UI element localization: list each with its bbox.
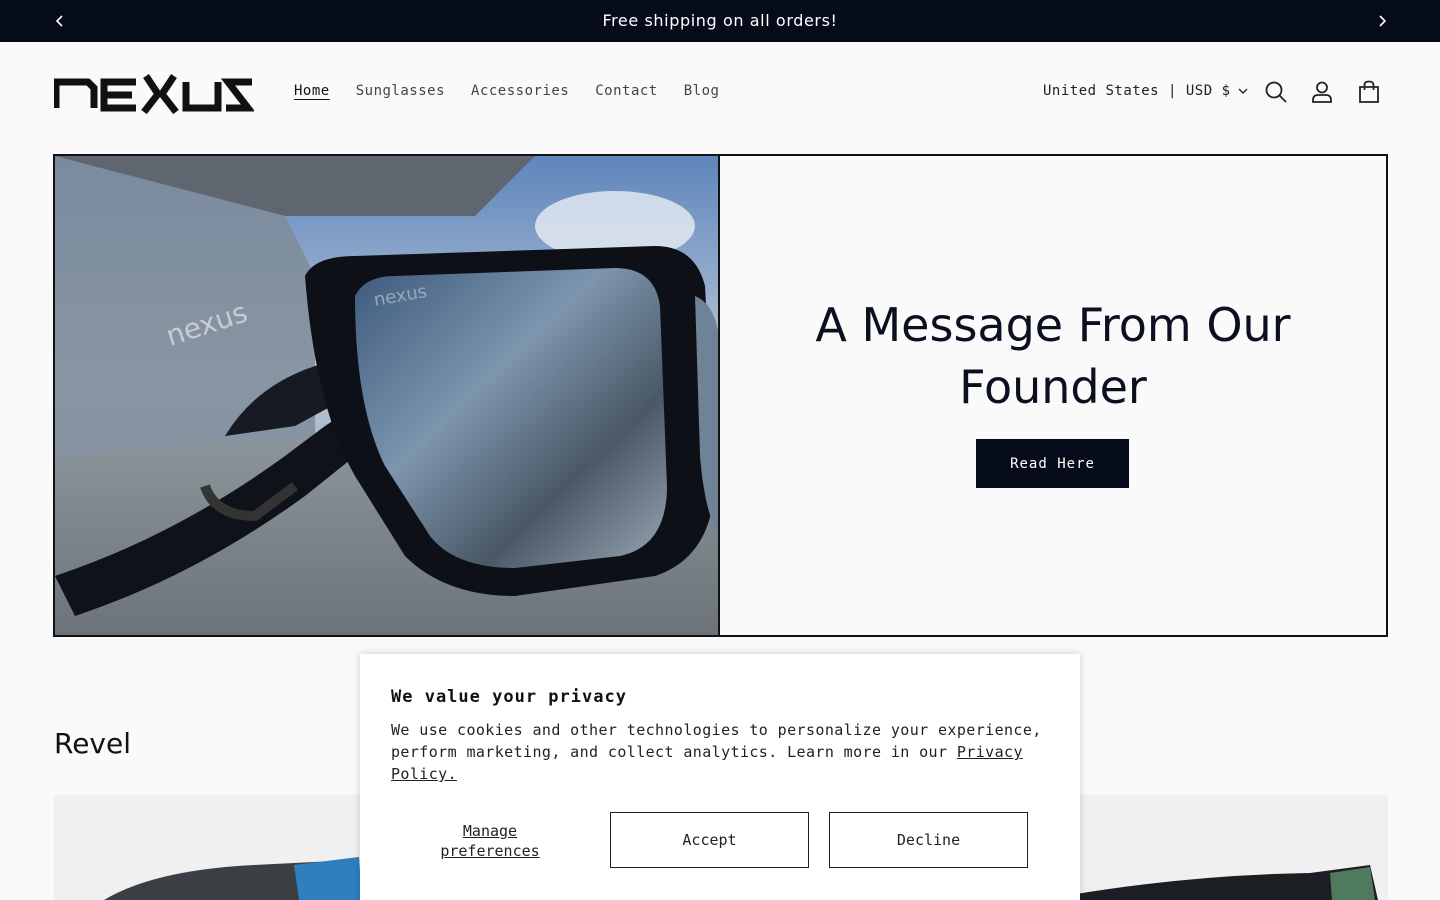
product-card[interactable] — [54, 795, 374, 900]
hero-image: nexus nexus — [55, 156, 720, 635]
cart-icon[interactable] — [1356, 79, 1382, 105]
nav-contact[interactable]: Contact — [595, 83, 658, 99]
cookie-body-text: We use cookies and other technologies to… — [391, 721, 1042, 761]
read-here-button[interactable]: Read Here — [976, 439, 1129, 488]
manage-preferences-link[interactable]: Manage preferences — [432, 821, 548, 861]
cookie-body: We use cookies and other technologies to… — [391, 719, 1051, 785]
product-card[interactable] — [1070, 795, 1388, 900]
accept-button[interactable]: Accept — [610, 812, 809, 868]
hero-title: A Message From Our Founder — [815, 298, 1291, 414]
collection-title: Revel — [54, 727, 131, 760]
site-header: Home Sunglasses Accessories Contact Blog… — [0, 42, 1440, 142]
nav-home[interactable]: Home — [294, 83, 330, 99]
decline-button[interactable]: Decline — [829, 812, 1028, 868]
locale-selector[interactable]: United States | USD $ — [1043, 83, 1249, 99]
cookie-title: We value your privacy — [391, 687, 627, 707]
announcement-text: Free shipping on all orders! — [602, 11, 838, 30]
hero-content: A Message From Our Founder Read Here — [720, 156, 1386, 635]
account-icon[interactable] — [1309, 79, 1335, 105]
nav-accessories[interactable]: Accessories — [471, 83, 569, 99]
main-nav: Home Sunglasses Accessories Contact Blog — [294, 83, 719, 99]
locale-label: United States | USD $ — [1043, 83, 1231, 99]
chevron-right-icon[interactable] — [1372, 11, 1392, 31]
chevron-down-icon — [1238, 88, 1248, 94]
nav-sunglasses[interactable]: Sunglasses — [356, 83, 445, 99]
nav-blog[interactable]: Blog — [684, 83, 720, 99]
nexus-logo[interactable] — [54, 68, 254, 116]
cookie-banner: We value your privacy We use cookies and… — [360, 654, 1080, 900]
hero-banner: nexus nexus A Message From Our Founder R… — [53, 154, 1388, 637]
search-icon[interactable] — [1263, 79, 1289, 105]
announcement-bar: Free shipping on all orders! — [0, 0, 1440, 42]
